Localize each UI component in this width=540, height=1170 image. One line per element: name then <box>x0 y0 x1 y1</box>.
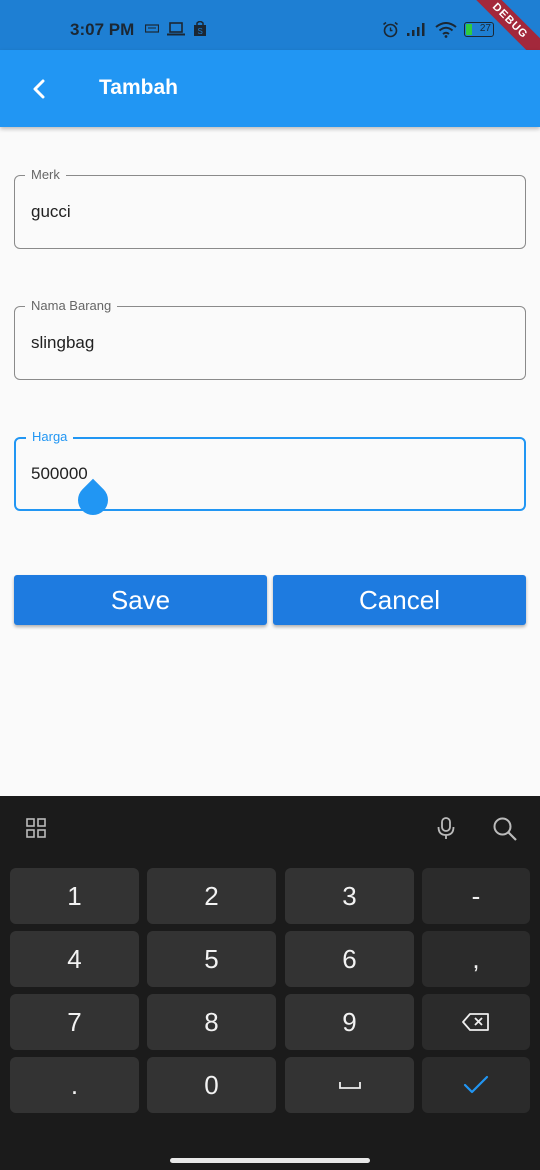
status-icons-left: S <box>145 21 207 37</box>
checkmark-icon <box>463 1075 489 1094</box>
microphone-icon[interactable] <box>434 816 458 840</box>
key-3[interactable]: 3 <box>285 868 414 924</box>
status-time: 3:07 PM <box>70 20 135 39</box>
save-button[interactable]: Save <box>14 575 267 625</box>
nama-barang-label: Nama Barang <box>25 298 118 313</box>
app-bar: Tambah <box>0 50 540 127</box>
grid-icon[interactable] <box>26 818 46 838</box>
key-backspace[interactable] <box>422 994 530 1050</box>
key-0[interactable]: 0 <box>147 1057 276 1113</box>
harga-label: Harga <box>26 429 74 444</box>
harga-field[interactable]: Harga 500000 <box>14 429 526 522</box>
key-space[interactable] <box>285 1057 414 1113</box>
status-bar: 3:07 PM S 27 DEBUG <box>0 0 540 70</box>
keyboard-status-icon <box>145 24 159 33</box>
key-minus[interactable]: - <box>422 868 530 924</box>
space-icon <box>338 1082 361 1089</box>
chevron-left-icon <box>33 79 45 99</box>
gesture-nav-handle[interactable] <box>170 1158 370 1163</box>
key-comma[interactable]: , <box>422 931 530 987</box>
key-done[interactable] <box>422 1057 530 1113</box>
wifi-icon <box>435 21 457 38</box>
nama-barang-field[interactable]: Nama Barang slingbag <box>14 298 526 380</box>
page-title: Tambah <box>99 76 178 99</box>
cancel-button[interactable]: Cancel <box>273 575 526 625</box>
key-7[interactable]: 7 <box>10 994 139 1050</box>
back-button[interactable] <box>26 76 52 102</box>
backspace-icon <box>462 1013 489 1031</box>
key-9[interactable]: 9 <box>285 994 414 1050</box>
svg-text:S: S <box>198 27 203 36</box>
key-dot[interactable]: . <box>10 1057 139 1113</box>
alarm-icon <box>383 21 398 38</box>
laptop-icon <box>167 22 185 36</box>
key-6[interactable]: 6 <box>285 931 414 987</box>
key-2[interactable]: 2 <box>147 868 276 924</box>
battery-fill <box>466 24 472 35</box>
keyboard-toolbar <box>0 796 540 858</box>
key-5[interactable]: 5 <box>147 931 276 987</box>
merk-field[interactable]: Merk gucci <box>14 167 526 249</box>
nama-barang-value: slingbag <box>31 333 95 352</box>
battery-icon: 27 <box>464 22 494 37</box>
merk-label: Merk <box>25 167 66 182</box>
key-4[interactable]: 4 <box>10 931 139 987</box>
key-8[interactable]: 8 <box>147 994 276 1050</box>
status-icons-right: 27 <box>382 21 494 38</box>
text-cursor-handle[interactable] <box>71 478 115 522</box>
numeric-keyboard: 1 2 3 - 4 5 6 , 7 8 9 . 0 <box>0 796 540 1170</box>
key-1[interactable]: 1 <box>10 868 139 924</box>
harga-value: 500000 <box>31 464 88 483</box>
signal-icon <box>407 23 425 36</box>
battery-level: 27 <box>479 23 491 34</box>
merk-value: gucci <box>31 202 71 221</box>
search-icon[interactable] <box>492 816 518 842</box>
shopping-bag-icon: S <box>194 21 206 36</box>
